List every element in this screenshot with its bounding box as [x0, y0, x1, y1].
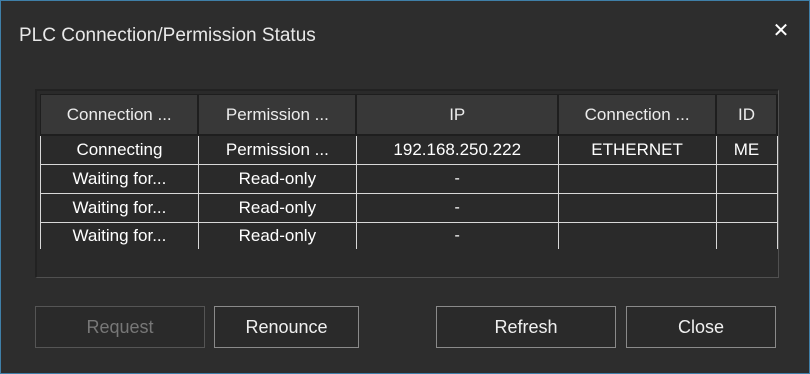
table-header-row: Connection ... Permission ... IP Connect…	[40, 94, 778, 136]
cell-ip: 192.168.250.222	[355, 135, 559, 165]
column-header-id[interactable]: ID	[715, 94, 778, 136]
request-button[interactable]: Request	[35, 306, 205, 348]
renounce-button[interactable]: Renounce	[214, 306, 359, 348]
cell-ip: -	[355, 193, 559, 223]
cell-connection-status: Connecting	[40, 135, 199, 165]
cell-connection-status: Waiting for...	[40, 222, 199, 249]
table-row[interactable]: Connecting Permission ... 192.168.250.22…	[40, 135, 778, 165]
column-header-connection-type[interactable]: Connection ...	[557, 94, 718, 136]
cell-ip: -	[355, 222, 559, 249]
column-header-ip[interactable]: IP	[355, 94, 560, 136]
cell-permission: Permission ...	[197, 135, 357, 165]
cell-id	[715, 193, 778, 223]
cell-permission: Read-only	[197, 193, 357, 223]
connection-table: Connection ... Permission ... IP Connect…	[40, 94, 778, 249]
column-header-permission[interactable]: Permission ...	[197, 94, 358, 136]
cell-connection-type: ETHERNET	[557, 135, 717, 165]
cell-connection-type	[557, 193, 717, 223]
cell-id	[715, 164, 778, 194]
cell-permission: Read-only	[197, 222, 357, 249]
cell-id: ME	[715, 135, 778, 165]
cell-connection-type	[557, 164, 717, 194]
close-button[interactable]: Close	[626, 306, 776, 348]
column-header-connection-status[interactable]: Connection ...	[40, 94, 200, 136]
cell-connection-type	[557, 222, 717, 249]
refresh-button[interactable]: Refresh	[436, 306, 616, 348]
cell-connection-status: Waiting for...	[40, 164, 199, 194]
table-row[interactable]: Waiting for... Read-only -	[40, 222, 778, 249]
cell-id	[715, 222, 778, 249]
title-bar[interactable]: PLC Connection/Permission Status ✕	[1, 1, 809, 71]
table-row[interactable]: Waiting for... Read-only -	[40, 193, 778, 223]
plc-status-dialog: PLC Connection/Permission Status ✕ Conne…	[0, 0, 810, 374]
connection-table-frame: Connection ... Permission ... IP Connect…	[35, 89, 779, 278]
table-row[interactable]: Waiting for... Read-only -	[40, 164, 778, 194]
close-icon[interactable]: ✕	[769, 19, 793, 43]
cell-ip: -	[355, 164, 559, 194]
cell-connection-status: Waiting for...	[40, 193, 199, 223]
cell-permission: Read-only	[197, 164, 357, 194]
dialog-title: PLC Connection/Permission Status	[19, 25, 316, 46]
